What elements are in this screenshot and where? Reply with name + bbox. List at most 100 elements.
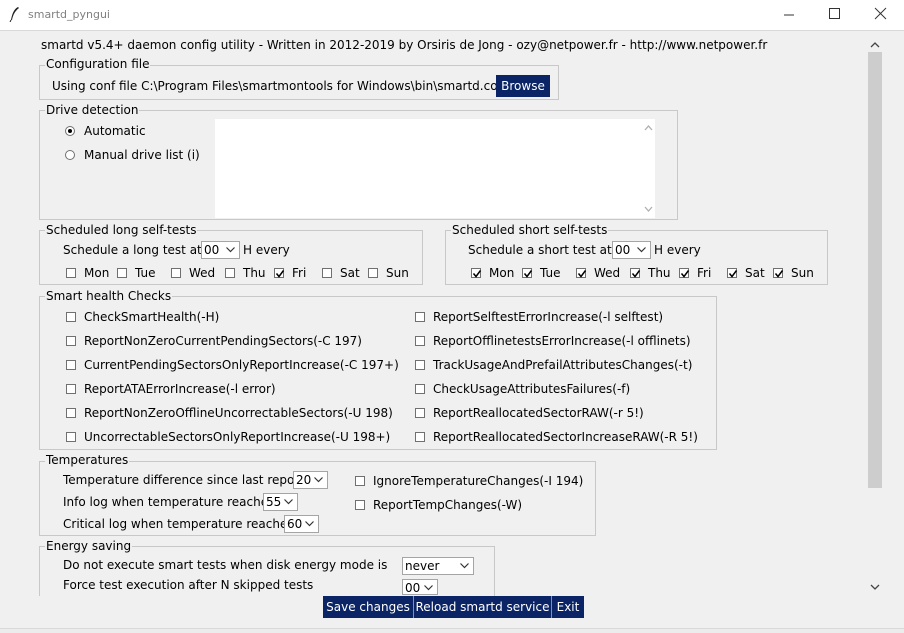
manual-radio[interactable] (65, 150, 75, 160)
health-check-label[interactable]: TrackUsageAndPrefailAttributesChanges(-t… (433, 358, 692, 372)
long-day-mon-checkbox[interactable] (66, 268, 76, 278)
checkmark-icon (577, 270, 587, 278)
close-icon (874, 7, 887, 20)
scrollbar-thumb[interactable] (868, 52, 882, 488)
temp-info-value: 55 (266, 495, 282, 509)
short-day-sun-label[interactable]: Sun (791, 266, 814, 280)
long-day-mon-label[interactable]: Mon (84, 266, 109, 280)
health-checkbox[interactable] (66, 384, 76, 394)
short-day-sun-checkbox[interactable] (773, 268, 784, 278)
browse-button[interactable]: Browse (496, 75, 550, 97)
long-day-fri-label[interactable]: Fri (292, 266, 306, 280)
config-file-title: Configuration file (45, 57, 151, 71)
long-day-thu-label[interactable]: Thu (243, 266, 266, 280)
long-day-wed-checkbox[interactable] (171, 268, 181, 278)
energy-mode-value: never (405, 559, 440, 573)
long-day-sun-label[interactable]: Sun (386, 266, 409, 280)
long-schedule-label: Schedule a long test at (63, 243, 202, 257)
health-check-label[interactable]: ReportNonZeroCurrentPendingSectors(-C 19… (84, 334, 362, 348)
maximize-button[interactable] (812, 0, 858, 30)
health-checkbox[interactable] (415, 408, 425, 418)
long-hour-select[interactable]: 00 (201, 241, 240, 259)
short-day-thu-checkbox[interactable] (630, 268, 641, 278)
health-check-label[interactable]: UncorrectableSectorsOnlyReportIncrease(-… (84, 430, 390, 444)
health-checkbox[interactable] (66, 408, 76, 418)
exit-button[interactable]: Exit (552, 596, 584, 618)
health-checkbox[interactable] (415, 432, 425, 442)
close-button[interactable] (858, 0, 904, 30)
short-day-mon-checkbox[interactable] (471, 268, 482, 278)
short-schedule-label: Schedule a short test at (468, 243, 612, 257)
minimize-icon (784, 14, 794, 16)
health-check-label[interactable]: CheckSmartHealth(-H) (84, 310, 219, 324)
chevron-down-icon (424, 585, 433, 591)
health-checkbox[interactable] (415, 336, 425, 346)
long-day-wed-label[interactable]: Wed (189, 266, 215, 280)
long-day-sun-checkbox[interactable] (368, 268, 378, 278)
automatic-label[interactable]: Automatic (84, 124, 146, 138)
health-check-label[interactable]: ReportReallocatedSectorIncreaseRAW(-R 5!… (433, 430, 698, 444)
long-day-fri-checkbox[interactable] (274, 268, 285, 278)
short-day-tue-checkbox[interactable] (522, 268, 533, 278)
health-checkbox[interactable] (415, 360, 425, 370)
health-check-label[interactable]: CurrentPendingSectorsOnlyReportIncrease(… (84, 358, 399, 372)
long-day-sat-label[interactable]: Sat (340, 266, 360, 280)
health-check-label[interactable]: CheckUsageAttributesFailures(-f) (433, 382, 630, 396)
health-check-label[interactable]: ReportNonZeroOfflineUncorrectableSectors… (84, 406, 393, 420)
long-day-sat-checkbox[interactable] (322, 268, 332, 278)
energy-title: Energy saving (45, 539, 133, 553)
health-check-label[interactable]: ReportOfflinetestsErrorIncrease(-l offli… (433, 334, 691, 348)
chevron-down-icon (226, 247, 235, 253)
report-temp-checkbox[interactable] (355, 500, 365, 510)
short-day-fri-label[interactable]: Fri (697, 266, 711, 280)
short-hour-select[interactable]: 00 (612, 241, 651, 259)
temp-info-select[interactable]: 55 (263, 493, 298, 511)
short-day-wed-label[interactable]: Wed (594, 266, 620, 280)
long-tests-title: Scheduled long self-tests (45, 223, 198, 237)
health-checkbox[interactable] (415, 384, 425, 394)
health-checkbox[interactable] (66, 312, 76, 322)
health-checkbox[interactable] (66, 360, 76, 370)
drive-list-scrollbar[interactable] (642, 119, 655, 218)
chevron-down-icon (284, 499, 293, 505)
health-check-label[interactable]: ReportReallocatedSectorRAW(-r 5!) (433, 406, 644, 420)
ignore-temp-label[interactable]: IgnoreTemperatureChanges(-I 194) (373, 474, 583, 488)
health-checkbox[interactable] (415, 312, 425, 322)
health-check-label[interactable]: ReportATAErrorIncrease(-l error) (84, 382, 276, 396)
short-every-label: H every (654, 243, 701, 257)
short-day-sat-checkbox[interactable] (727, 268, 738, 278)
short-day-fri-checkbox[interactable] (679, 268, 690, 278)
health-checkbox[interactable] (66, 336, 76, 346)
long-day-tue-label[interactable]: Tue (135, 266, 156, 280)
short-day-mon-label[interactable]: Mon (489, 266, 514, 280)
config-file-path: Using conf file C:\Program Files\smartmo… (52, 79, 510, 93)
report-temp-label[interactable]: ReportTempChanges(-W) (373, 498, 522, 512)
temp-critical-select[interactable]: 60 (284, 515, 319, 533)
temp-diff-value: 20 (296, 473, 312, 487)
manual-drive-list[interactable] (215, 119, 642, 218)
save-changes-button[interactable]: Save changes (323, 596, 413, 618)
chevron-down-icon (305, 521, 314, 527)
long-day-tue-checkbox[interactable] (117, 268, 127, 278)
short-day-tue-label[interactable]: Tue (540, 266, 561, 280)
short-day-thu-label[interactable]: Thu (648, 266, 671, 280)
manual-label[interactable]: Manual drive list (i) (84, 148, 200, 162)
temp-diff-select[interactable]: 20 (293, 471, 328, 489)
energy-force-select[interactable]: 00 (402, 579, 438, 595)
short-day-sat-label[interactable]: Sat (745, 266, 765, 280)
health-check-label[interactable]: ReportSelftestErrorIncrease(-l selftest) (433, 310, 663, 324)
chevron-down-icon (314, 477, 323, 483)
health-title: Smart health Checks (45, 289, 173, 303)
temperatures-title: Temperatures (45, 453, 130, 467)
chevron-down-icon (460, 563, 469, 569)
maximize-icon (829, 8, 840, 19)
ignore-temp-checkbox[interactable] (355, 476, 365, 486)
reload-service-button[interactable]: Reload smartd service (414, 596, 551, 618)
minimize-button[interactable] (766, 0, 812, 30)
short-day-wed-checkbox[interactable] (576, 268, 587, 278)
energy-mode-select[interactable]: never (402, 557, 474, 575)
health-checkbox[interactable] (66, 432, 76, 442)
automatic-radio[interactable] (65, 126, 75, 136)
long-day-thu-checkbox[interactable] (225, 268, 235, 278)
checkmark-icon (631, 270, 641, 278)
